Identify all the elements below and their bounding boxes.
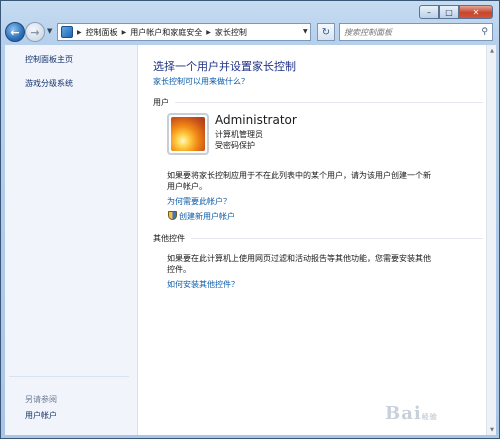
user-status: 受密码保护	[215, 141, 255, 150]
user-name[interactable]: Administrator	[215, 113, 297, 127]
scroll-up-icon[interactable]: ▲	[488, 46, 496, 55]
uac-shield-icon	[168, 211, 177, 220]
address-bar[interactable]: ▶ 控制面板 ▶ 用户帐户和家庭安全 ▶ 家长控制	[57, 23, 311, 41]
user-avatar-tile[interactable]	[167, 113, 209, 155]
section-rule	[191, 238, 483, 239]
refresh-button[interactable]: ↻	[317, 23, 335, 41]
forward-button[interactable]: →	[25, 22, 45, 42]
sidebar-link-user-accounts[interactable]: 用户帐户	[25, 410, 57, 421]
breadcrumb-control-panel[interactable]: 控制面板	[86, 27, 118, 38]
other-controls-text: 如果要在此计算机上使用网页过滤和活动报告等其他功能，您需要安装其他控件。	[167, 254, 431, 274]
sidebar-link-control-panel-home[interactable]: 控制面板主页	[25, 54, 73, 65]
see-also-heading: 另请参阅	[25, 395, 57, 404]
breadcrumb-parental-controls[interactable]: 家长控制	[215, 27, 247, 38]
vertical-scrollbar[interactable]: ▲ ▼	[486, 45, 496, 435]
main-content: 选择一个用户并设置家长控制 家长控制可以用来做什么？ 用户 Administra…	[138, 45, 486, 435]
caption-buttons: – □ ✕	[419, 5, 493, 19]
scroll-down-icon[interactable]: ▼	[488, 425, 496, 434]
user-role: 计算机管理员	[215, 130, 263, 139]
search-icon[interactable]: ⚲	[481, 27, 488, 37]
sidebar-divider	[9, 376, 129, 377]
search-input[interactable]	[344, 27, 474, 37]
create-user-account-link[interactable]: 创建新用户帐户	[179, 211, 235, 222]
watermark-sub: 经验	[421, 413, 438, 421]
explorer-window: – □ ✕ ← → ▼ ▶ 控制面板 ▶ 用户帐户和家庭安全 ▶ 家长控制 ▼ …	[0, 0, 500, 439]
maximize-button[interactable]: □	[439, 5, 459, 19]
breadcrumb-separator-icon[interactable]: ▶	[122, 29, 127, 36]
users-section-header: 用户	[153, 97, 483, 108]
why-account-link[interactable]: 为何需要此帐户？	[167, 196, 231, 207]
breadcrumb-separator-icon[interactable]: ▶	[77, 29, 82, 36]
info-text: 如果要将家长控制应用于不在此列表中的某个用户，请为该用户创建一个新用户帐户。	[167, 171, 431, 191]
breadcrumb-separator-icon[interactable]: ▶	[206, 29, 211, 36]
address-dropdown-icon[interactable]: ▼	[303, 28, 308, 35]
section-rule	[175, 102, 483, 103]
page-title: 选择一个用户并设置家长控制	[153, 60, 296, 73]
close-button[interactable]: ✕	[459, 5, 493, 19]
sidebar-link-game-ratings[interactable]: 游戏分级系统	[25, 78, 73, 89]
other-controls-section-header: 其他控件	[153, 233, 483, 244]
watermark-logo: Bai经验	[385, 403, 438, 424]
minimize-button[interactable]: –	[419, 5, 439, 19]
users-section-label: 用户	[153, 98, 169, 107]
help-link[interactable]: 家长控制可以用来做什么？	[153, 76, 249, 87]
control-panel-icon	[61, 26, 73, 38]
watermark-brand: Bai	[385, 403, 422, 424]
install-controls-link[interactable]: 如何安装其他控件？	[167, 279, 239, 290]
avatar	[171, 117, 205, 151]
recent-pages-dropdown-icon[interactable]: ▼	[47, 27, 52, 35]
back-button[interactable]: ←	[5, 22, 25, 42]
sidebar: 控制面板主页 游戏分级系统 另请参阅 用户帐户	[5, 45, 138, 435]
other-controls-section-label: 其他控件	[153, 234, 185, 243]
breadcrumb-user-accounts[interactable]: 用户帐户和家庭安全	[130, 27, 202, 38]
search-box: ⚲	[339, 23, 493, 41]
navigation-bar: ← → ▼ ▶ 控制面板 ▶ 用户帐户和家庭安全 ▶ 家长控制 ▼ ↻ ⚲	[5, 21, 493, 43]
